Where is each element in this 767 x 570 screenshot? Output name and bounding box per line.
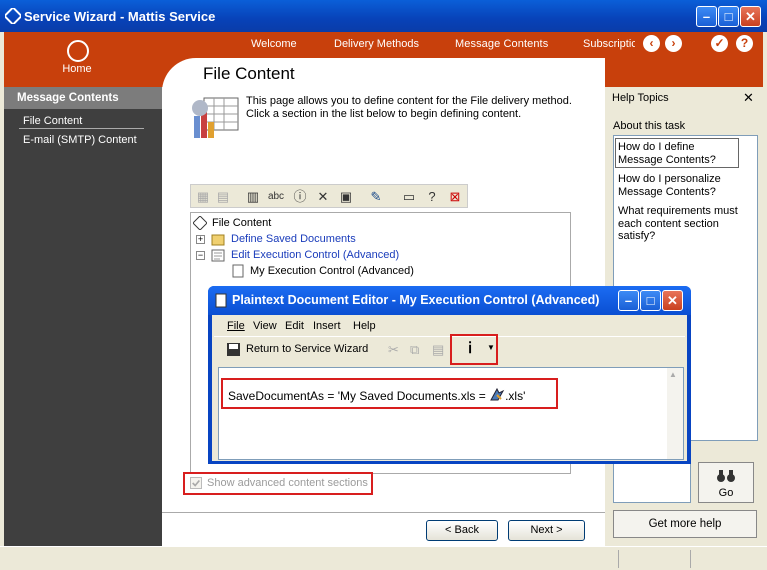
sidebar bbox=[4, 87, 162, 546]
expand-icon[interactable]: + bbox=[196, 235, 205, 244]
tree-item-edit-execution-control[interactable]: Edit Execution Control (Advanced) bbox=[231, 249, 399, 261]
tree-item-define-saved-documents[interactable]: Define Saved Documents bbox=[231, 233, 356, 245]
insert-section-icon[interactable]: ▤ bbox=[214, 188, 232, 206]
info-icon[interactable]: ⓘ bbox=[291, 188, 309, 206]
next-button[interactable]: Next > bbox=[508, 520, 585, 541]
separator bbox=[162, 512, 605, 513]
finish-check-icon[interactable]: ✓ bbox=[711, 35, 728, 52]
collapse-icon[interactable]: − bbox=[196, 251, 205, 260]
spreadsheet-chart-icon bbox=[192, 97, 239, 138]
paste-icon[interactable]: ▤ bbox=[432, 342, 444, 358]
folder-icon bbox=[211, 234, 225, 246]
file-content-icon bbox=[193, 216, 207, 230]
help-topic-personalize[interactable]: How do I personalize Message Contents? bbox=[618, 173, 733, 198]
help-topic-define[interactable]: How do I define Message Contents? bbox=[618, 141, 733, 166]
back-arrow-icon[interactable]: ‹ bbox=[643, 35, 660, 52]
tab-subscriptions[interactable]: Subscriptic bbox=[583, 38, 635, 50]
editor-scrollbar[interactable]: ▲ bbox=[667, 368, 683, 459]
properties-icon[interactable]: ▥ bbox=[244, 188, 262, 206]
editor-app-icon bbox=[215, 293, 227, 308]
tree-item-file-content[interactable]: File Content bbox=[212, 217, 271, 229]
menu-edit[interactable]: Edit bbox=[285, 320, 304, 332]
about-task-label: About this task bbox=[613, 120, 686, 132]
sidebar-item-file-content[interactable]: File Content bbox=[23, 115, 82, 127]
tab-welcome[interactable]: Welcome bbox=[251, 38, 297, 50]
menu-help[interactable]: Help bbox=[353, 320, 376, 332]
spellcheck-icon[interactable]: abc bbox=[267, 188, 285, 206]
help-search-input[interactable] bbox=[613, 462, 691, 503]
get-more-help-button[interactable]: Get more help bbox=[613, 510, 757, 538]
return-to-wizard-button[interactable]: Return to Service Wizard bbox=[222, 339, 372, 360]
home-label: Home bbox=[62, 63, 92, 75]
page-title: File Content bbox=[203, 64, 295, 83]
home-icon bbox=[67, 40, 89, 62]
sidebar-heading: Message Contents bbox=[4, 87, 162, 109]
tab-message-contents[interactable]: Message Contents bbox=[455, 38, 548, 50]
editor-maximize-button[interactable]: □ bbox=[640, 290, 661, 311]
cut-icon[interactable]: ✂ bbox=[388, 342, 399, 358]
binoculars-icon bbox=[717, 470, 735, 482]
help-icon[interactable]: ? bbox=[423, 188, 441, 206]
close-button[interactable]: ✕ bbox=[740, 6, 761, 27]
home-button[interactable]: Home bbox=[4, 32, 162, 87]
window-title: Service Wizard - Mattis Service bbox=[24, 9, 216, 24]
help-heading: Help Topics bbox=[612, 92, 669, 104]
save-icon bbox=[227, 343, 240, 356]
maximize-button[interactable]: □ bbox=[718, 6, 739, 27]
remove-icon[interactable]: ⊠ bbox=[446, 188, 464, 206]
tree-item-my-execution-control[interactable]: My Execution Control (Advanced) bbox=[250, 265, 414, 277]
preview-icon[interactable]: ▭ bbox=[400, 188, 418, 206]
advanced-sections-label: Show advanced content sections bbox=[207, 477, 368, 489]
code-text-before: SaveDocumentAs = 'My Saved Documents.xls… bbox=[228, 389, 490, 403]
document-icon bbox=[232, 264, 244, 278]
tab-delivery-methods[interactable]: Delivery Methods bbox=[334, 38, 419, 50]
menu-insert[interactable]: Insert bbox=[313, 320, 341, 332]
content-toolbar: ▦ ▤ ▥ abc ⓘ ✕ ▣ ✎ ▭ ? ⊠ bbox=[190, 184, 468, 208]
code-line[interactable]: SaveDocumentAs = 'My Saved Documents.xls… bbox=[228, 387, 525, 403]
app-icon bbox=[5, 8, 21, 24]
title-bar: Service Wizard - Mattis Service bbox=[0, 0, 767, 32]
back-button[interactable]: < Back bbox=[426, 520, 498, 541]
page-description: This page allows you to define content f… bbox=[246, 95, 572, 120]
save-icon[interactable]: ▣ bbox=[337, 188, 355, 206]
minimize-button[interactable]: – bbox=[696, 6, 717, 27]
editor-minimize-button[interactable]: – bbox=[618, 290, 639, 311]
edit-icon[interactable]: ✎ bbox=[367, 188, 385, 206]
help-topic-requirements[interactable]: What requirements must each content sect… bbox=[618, 205, 746, 243]
return-label: Return to Service Wizard bbox=[246, 343, 369, 355]
new-section-icon[interactable]: ▦ bbox=[194, 188, 212, 206]
field-token-icon[interactable] bbox=[489, 387, 505, 402]
copy-icon[interactable]: ⧉ bbox=[410, 342, 419, 358]
sidebar-selection-underline bbox=[19, 128, 144, 129]
forward-arrow-icon[interactable]: › bbox=[665, 35, 682, 52]
chevron-down-icon[interactable]: ▼ bbox=[487, 343, 495, 352]
advanced-sections-checkbox[interactable] bbox=[190, 477, 202, 489]
help-question-icon[interactable]: ? bbox=[736, 35, 753, 52]
go-label: Go bbox=[718, 487, 734, 499]
section-icon bbox=[211, 249, 225, 262]
menu-file[interactable]: File bbox=[227, 320, 245, 332]
help-close-icon[interactable]: ✕ bbox=[743, 90, 754, 106]
menu-view[interactable]: View bbox=[253, 320, 277, 332]
status-bar bbox=[0, 546, 767, 570]
code-text-after: .xls' bbox=[505, 389, 526, 403]
sidebar-item-email-content[interactable]: E-mail (SMTP) Content bbox=[23, 134, 137, 146]
go-button[interactable]: Go bbox=[698, 462, 754, 503]
editor-title: Plaintext Document Editor - My Execution… bbox=[232, 293, 600, 307]
info-dropdown-icon[interactable]: ⅰ bbox=[468, 339, 472, 357]
editor-close-button[interactable]: ✕ bbox=[662, 290, 683, 311]
delete-icon[interactable]: ✕ bbox=[314, 188, 332, 206]
